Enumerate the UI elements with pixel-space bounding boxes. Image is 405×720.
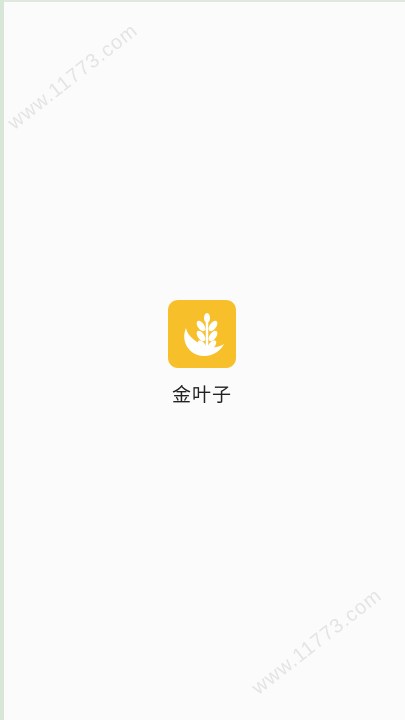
top-edge [0,0,405,2]
left-edge [0,0,4,720]
wheat-leaf-icon[interactable] [168,300,236,368]
app-launcher-tile[interactable]: 金叶子 [160,300,244,407]
watermark-bottom: www.11773.com [247,584,387,700]
app-name-label[interactable]: 金叶子 [172,380,232,407]
watermark-top: www.11773.com [3,19,143,135]
